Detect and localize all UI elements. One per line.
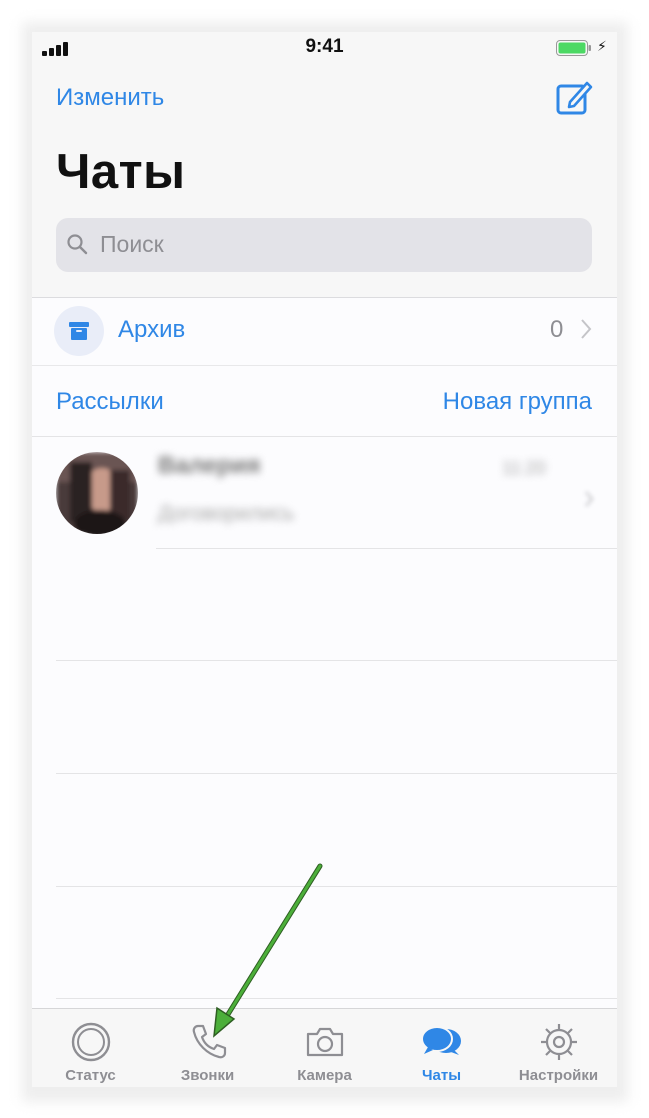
chevron-right-icon bbox=[581, 319, 592, 339]
archive-count: 0 bbox=[550, 316, 564, 343]
search-icon bbox=[67, 234, 88, 255]
search-placeholder: Поиск bbox=[100, 231, 164, 257]
phone-icon bbox=[192, 1024, 227, 1059]
archive-label: Архив bbox=[118, 316, 186, 343]
broadcasts-link[interactable]: Рассылки bbox=[56, 388, 164, 416]
tab-camera[interactable]: Камера bbox=[266, 1009, 383, 1087]
camera-icon bbox=[306, 1027, 344, 1057]
avatar bbox=[56, 452, 138, 534]
page-title: Чаты bbox=[56, 145, 186, 199]
tab-status[interactable]: Статус bbox=[32, 1009, 149, 1087]
phone-screen: 9:41 ⚡ Изменить Чаты Поиск Архив 0 Рассы… bbox=[32, 32, 617, 1087]
tab-label: Чаты bbox=[421, 1067, 462, 1084]
links-divider bbox=[32, 436, 617, 437]
chat-time: 11:20 bbox=[502, 458, 546, 478]
tab-label: Статус bbox=[65, 1067, 116, 1084]
archive-icon bbox=[54, 306, 104, 356]
tab-label: Звонки bbox=[180, 1067, 235, 1084]
archive-divider bbox=[32, 365, 617, 366]
tab-settings[interactable]: Настройки bbox=[500, 1009, 617, 1087]
tab-label: Настройки bbox=[518, 1067, 599, 1084]
archive-row[interactable]: Архив 0 bbox=[32, 298, 617, 364]
chat-row-divider bbox=[156, 548, 617, 549]
new-group-link[interactable]: Новая группа bbox=[443, 388, 592, 416]
chat-row[interactable]: Валерия 11:20 Договорились bbox=[32, 438, 617, 548]
battery-icon bbox=[556, 40, 591, 56]
tab-bar: Статус Звонки Камера Чаты Настройки bbox=[32, 1008, 617, 1087]
tab-label: Камера bbox=[297, 1067, 352, 1084]
chat-actions-row: Рассылки Новая группа bbox=[32, 368, 617, 438]
edit-button[interactable]: Изменить bbox=[56, 84, 164, 112]
tab-calls[interactable]: Звонки bbox=[149, 1009, 266, 1087]
chat-bubbles-icon bbox=[421, 1026, 461, 1055]
compose-icon[interactable] bbox=[554, 78, 594, 118]
charging-icon: ⚡ bbox=[597, 38, 607, 54]
chat-name: Валерия bbox=[158, 452, 261, 479]
empty-row-divider bbox=[56, 773, 617, 774]
empty-row-divider bbox=[56, 886, 617, 887]
chat-last-message: Договорились bbox=[158, 502, 295, 525]
empty-row-divider bbox=[56, 998, 617, 999]
status-bar: 9:41 ⚡ bbox=[32, 32, 617, 64]
status-icon bbox=[71, 1022, 111, 1062]
status-time: 9:41 bbox=[305, 36, 344, 57]
gear-icon bbox=[541, 1024, 577, 1060]
empty-row-divider bbox=[56, 660, 617, 661]
tab-chats[interactable]: Чаты bbox=[383, 1009, 500, 1087]
search-input[interactable]: Поиск bbox=[56, 218, 592, 272]
chevron-right-icon bbox=[585, 491, 594, 507]
